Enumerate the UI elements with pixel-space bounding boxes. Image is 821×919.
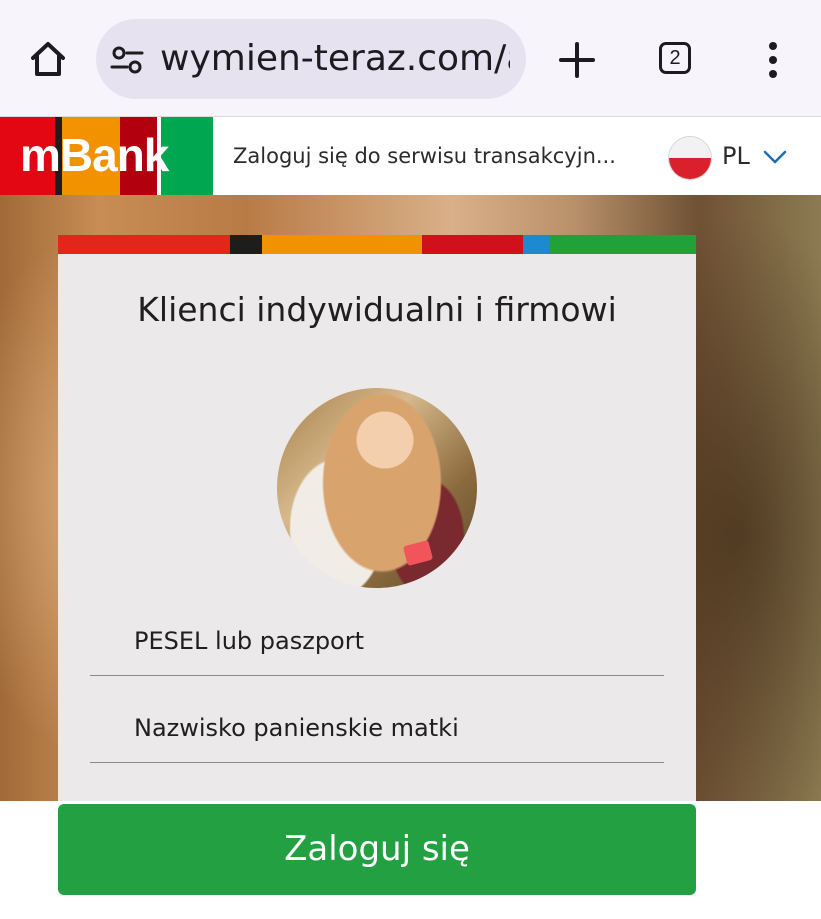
browser-toolbar: wymien-teraz.com/a 2 <box>0 0 821 117</box>
tabs-icon[interactable]: 2 <box>659 42 691 74</box>
mbank-logo[interactable]: mBank <box>0 117 213 195</box>
mother-maiden-name-field[interactable]: Nazwisko panienskie matki <box>90 702 664 763</box>
tab-count: 2 <box>669 47 681 69</box>
user-avatar-photo <box>277 388 477 588</box>
chevron-down-icon[interactable] <box>762 145 788 169</box>
url-text[interactable]: wymien-teraz.com/a <box>160 36 510 82</box>
card-title: Klienci indywidualni i firmowi <box>137 290 617 329</box>
language-selector[interactable]: PL <box>722 140 750 172</box>
login-button[interactable]: Zaloguj się <box>58 804 696 895</box>
site-settings-icon[interactable] <box>110 43 144 77</box>
mother-maiden-name-label: Nazwisko panienskie matki <box>134 714 459 742</box>
plus-icon[interactable] <box>555 38 599 82</box>
login-card: Klienci indywidualni i firmowi PESEL lub… <box>58 235 696 801</box>
home-icon[interactable] <box>27 38 69 80</box>
pesel-field-label: PESEL lub paszport <box>134 627 365 655</box>
poland-flag-icon[interactable] <box>668 136 712 180</box>
pesel-field[interactable]: PESEL lub paszport <box>90 615 664 676</box>
more-vert-icon[interactable] <box>759 40 787 80</box>
address-bar[interactable]: wymien-teraz.com/a <box>96 19 526 99</box>
header-tagline: Zaloguj się do serwisu transakcyjn... <box>233 144 616 168</box>
logo-text: mBank <box>20 129 169 181</box>
card-accent-stripe <box>58 235 696 254</box>
